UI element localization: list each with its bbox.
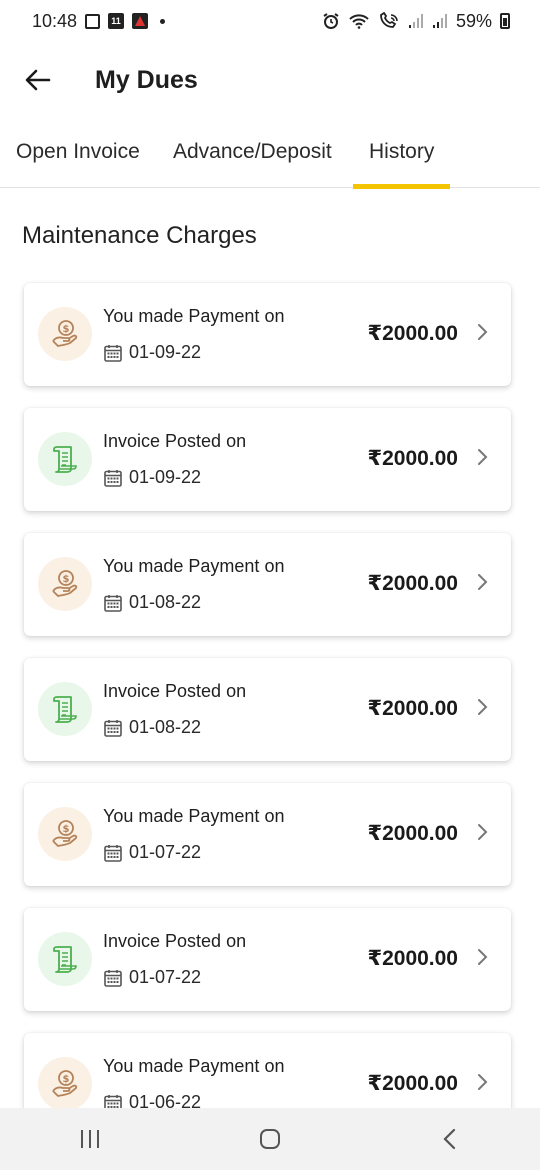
history-entry-card[interactable]: Invoice Posted on 01-09-22 ₹2000.00 (24, 408, 511, 511)
payment-hand-icon: $ (38, 557, 92, 611)
entry-date: 01-07-22 (129, 967, 202, 987)
back-icon (443, 1128, 456, 1150)
recents-button[interactable] (40, 1112, 140, 1166)
more-notifications-icon (160, 18, 166, 24)
entry-date-row: 01-08-22 (104, 717, 201, 738)
entry-date: 01-09-22 (129, 467, 202, 487)
status-bar: 10:48 11 59% (0, 0, 540, 42)
entry-label: You made Payment on (103, 556, 285, 576)
entry-label: You made Payment on (103, 806, 285, 826)
history-entry-card[interactable]: $ You made Payment on 01-07-22 ₹2000.00 (24, 783, 511, 886)
svg-text:$: $ (63, 324, 70, 335)
entry-amount: ₹2000.00 (367, 822, 458, 845)
history-entry-card[interactable]: $ You made Payment on 01-09-22 ₹2000.00 (24, 283, 511, 386)
entry-amount: ₹2000.00 (367, 1072, 458, 1095)
tab-open-invoice[interactable]: Open Invoice (16, 126, 140, 188)
arrow-left-icon (25, 69, 51, 91)
calendar-icon (104, 844, 122, 862)
chevron-right-icon (477, 948, 489, 971)
page-title: My Dues (95, 65, 198, 94)
payment-hand-icon: $ (38, 1057, 92, 1111)
wifi-icon (348, 13, 370, 29)
battery-percent: 59% (455, 10, 492, 31)
app-notification-icon (132, 13, 149, 29)
payment-hand-icon: $ (38, 807, 92, 861)
history-entry-card[interactable]: Invoice Posted on 01-08-22 ₹2000.00 (24, 658, 511, 761)
chevron-right-icon (477, 698, 489, 721)
invoice-receipt-icon (38, 932, 92, 986)
chevron-right-icon (477, 573, 489, 596)
entry-amount: ₹2000.00 (367, 697, 458, 720)
entry-date-row: 01-09-22 (104, 342, 201, 363)
svg-text:$: $ (63, 574, 70, 585)
home-button[interactable] (220, 1112, 320, 1166)
entry-date-row: 01-09-22 (104, 467, 201, 488)
svg-text:$: $ (63, 1074, 70, 1085)
home-icon (260, 1129, 280, 1149)
entry-amount: ₹2000.00 (367, 947, 458, 970)
entry-date: 01-07-22 (129, 842, 202, 862)
alarm-icon (322, 12, 340, 30)
invoice-receipt-icon (38, 432, 92, 486)
entry-amount: ₹2000.00 (367, 322, 458, 345)
system-nav-bar (0, 1108, 540, 1170)
app-header: My Dues (0, 56, 540, 104)
tab-history[interactable]: History (352, 126, 451, 189)
entry-date-row: 01-07-22 (104, 967, 201, 988)
nav-back-button[interactable] (400, 1112, 500, 1166)
calendar-icon (104, 719, 122, 737)
status-time: 10:48 (32, 10, 78, 31)
chevron-right-icon (477, 823, 489, 846)
entry-date-row: 01-08-22 (104, 592, 201, 613)
calendar-icon: 11 (108, 13, 125, 29)
section-title: Maintenance Charges (22, 222, 257, 249)
history-entry-card[interactable]: Invoice Posted on 01-07-22 ₹2000.00 (24, 908, 511, 1011)
history-entry-card[interactable]: $ You made Payment on 01-08-22 ₹2000.00 (24, 533, 511, 636)
entry-label: Invoice Posted on (103, 431, 247, 451)
entry-amount: ₹2000.00 (367, 572, 458, 595)
calendar-icon (104, 469, 122, 487)
entry-label: Invoice Posted on (103, 931, 247, 951)
entry-label: You made Payment on (103, 306, 285, 326)
tab-bar: Open Invoice Advance/Deposit History (0, 126, 540, 189)
calendar-icon (104, 594, 122, 612)
signal-2-icon (432, 13, 448, 29)
gallery-icon (85, 13, 101, 29)
battery-icon (500, 13, 510, 29)
entry-label: You made Payment on (103, 1056, 285, 1076)
entry-date: 01-09-22 (129, 342, 202, 362)
calendar-icon (104, 344, 122, 362)
calendar-icon (104, 969, 122, 987)
chevron-right-icon (477, 323, 489, 346)
invoice-receipt-icon (38, 682, 92, 736)
chevron-right-icon (477, 1073, 489, 1096)
tab-advance-deposit[interactable]: Advance/Deposit (173, 126, 332, 188)
recents-icon (81, 1130, 99, 1148)
payment-hand-icon: $ (38, 307, 92, 361)
back-button[interactable] (15, 57, 61, 103)
signal-1-icon (408, 13, 424, 29)
entry-date: 01-08-22 (129, 717, 202, 737)
entry-date-row: 01-07-22 (104, 842, 201, 863)
svg-text:$: $ (63, 824, 70, 835)
chevron-right-icon (477, 448, 489, 471)
entry-label: Invoice Posted on (103, 681, 247, 701)
entry-amount: ₹2000.00 (367, 447, 458, 470)
wifi-calling-icon (378, 12, 400, 30)
entry-date: 01-08-22 (129, 592, 202, 612)
